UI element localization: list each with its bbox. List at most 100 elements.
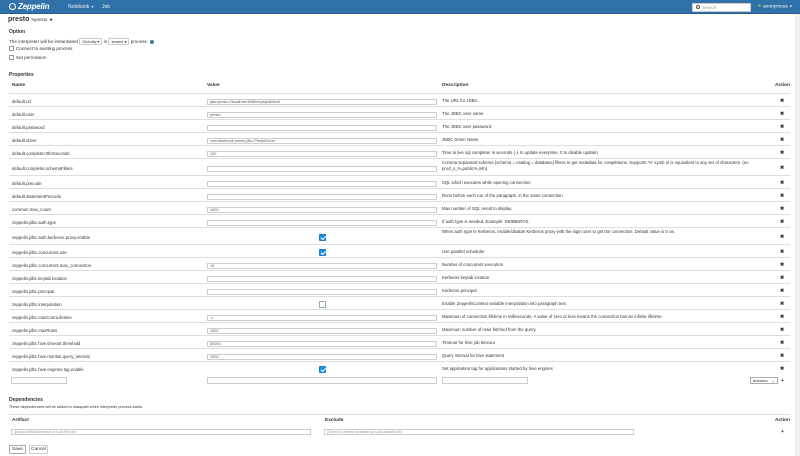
- property-value-input[interactable]: [207, 194, 437, 200]
- in-label: in: [103, 39, 108, 44]
- property-description: Max number of SQL result to display.: [442, 206, 513, 211]
- search-input[interactable]: Search: [692, 3, 751, 12]
- remove-property-icon[interactable]: ✖: [780, 340, 784, 346]
- instantiation-scope-dropdown[interactable]: shared ▾: [108, 38, 130, 45]
- property-description: Enable ZeppelinContext variable interpol…: [442, 301, 566, 306]
- property-name: zeppelin.jdbc.concurrent.max_connection: [12, 263, 92, 268]
- set-permission-option[interactable]: Set permission: [9, 55, 46, 60]
- cancel-button[interactable]: Cancel: [29, 445, 48, 454]
- save-button[interactable]: Save: [9, 445, 26, 454]
- connect-existing-option[interactable]: Connect to existing process: [9, 46, 72, 51]
- artifact-input[interactable]: groupId:artifactId:version or local file…: [11, 429, 311, 435]
- property-value-input[interactable]: [207, 276, 437, 282]
- property-value-checkbox[interactable]: [319, 301, 326, 308]
- table-row: zeppelin.jdbc.principal Kerberos principa…: [9, 283, 790, 296]
- process-label: process: [130, 39, 147, 44]
- property-value-input[interactable]: presto: [207, 112, 437, 118]
- remove-property-icon[interactable]: ✖: [780, 353, 784, 359]
- connect-existing-checkbox[interactable]: [9, 46, 14, 51]
- instantiation-mode-dropdown[interactable]: Globally ▾: [79, 38, 103, 45]
- search-icon: [696, 5, 700, 9]
- star-icon[interactable]: ★: [49, 17, 53, 22]
- property-value-input[interactable]: -1: [207, 315, 437, 321]
- remove-property-icon[interactable]: ✖: [780, 275, 784, 281]
- table-row: zeppelin.jdbc.hive.timeout.threshold 6000…: [9, 335, 790, 348]
- interpreter-name: presto: [8, 16, 30, 23]
- option-label: Option: [9, 29, 26, 35]
- user-menu[interactable]: anonymous ▼: [758, 4, 793, 10]
- remove-property-icon[interactable]: ✖: [780, 150, 784, 156]
- add-dependency-button[interactable]: +: [781, 429, 784, 435]
- property-name: common.max_count: [12, 207, 51, 212]
- property-description: When auth type is Kerberos, enable/disab…: [442, 229, 676, 234]
- new-property-value-input[interactable]: [207, 377, 437, 384]
- property-value-input[interactable]: jdbc:presto://localhost:8080/mysql/defau…: [207, 99, 437, 105]
- remove-property-icon[interactable]: ✖: [780, 234, 784, 240]
- remove-property-icon[interactable]: ✖: [780, 366, 784, 372]
- property-name: zeppelin.jdbc.principal: [12, 289, 55, 294]
- property-name: default.completer.ttlInSeconds: [12, 151, 70, 156]
- remove-property-icon[interactable]: ✖: [780, 288, 784, 294]
- table-row: default.completer.schemaFilters Comma sep…: [9, 158, 790, 175]
- properties-label: Properties: [9, 72, 34, 78]
- remove-property-icon[interactable]: ✖: [780, 111, 784, 117]
- dependencies-table: Artifact Exclude Action groupId:artifact…: [9, 414, 790, 441]
- remove-property-icon[interactable]: ✖: [780, 193, 784, 199]
- remove-property-icon[interactable]: ✖: [780, 98, 784, 104]
- remove-property-icon[interactable]: ✖: [780, 262, 784, 268]
- property-name: default.password: [12, 125, 45, 130]
- zeppelin-logo[interactable]: Zeppelin: [9, 2, 49, 11]
- remove-property-icon[interactable]: ✖: [780, 249, 784, 255]
- property-value-input[interactable]: 1000: [207, 328, 437, 334]
- property-description: Query interval for hive statement: [442, 353, 505, 358]
- property-value-input[interactable]: [207, 181, 437, 187]
- property-name: zeppelin.jdbc.concurrent.use: [12, 250, 67, 255]
- property-name: default.precode: [12, 181, 42, 186]
- property-value-input[interactable]: [207, 125, 437, 131]
- property-value-input[interactable]: com.facebook.presto.jdbc.PrestoDriver: [207, 138, 437, 144]
- remove-property-icon[interactable]: ✖: [780, 137, 784, 143]
- instantiation-mode-label: Globally: [82, 39, 97, 44]
- property-value-input[interactable]: [207, 166, 437, 172]
- property-value-input[interactable]: 60000: [207, 341, 437, 347]
- new-property-description-input[interactable]: [442, 377, 528, 384]
- property-value-checkbox[interactable]: [319, 249, 326, 256]
- chevron-down-icon: ▼: [90, 5, 95, 9]
- property-value-input[interactable]: 1000: [207, 354, 437, 360]
- exclude-input[interactable]: (Optional) comma separated groupId:artif…: [324, 429, 634, 435]
- property-value-checkbox[interactable]: [319, 234, 326, 241]
- property-value-input[interactable]: [207, 289, 437, 295]
- remove-property-icon[interactable]: ✖: [780, 219, 784, 225]
- remove-property-icon[interactable]: ✖: [780, 314, 784, 320]
- property-description: Use parallel scheduler: [442, 249, 485, 254]
- job-link[interactable]: Job: [102, 4, 110, 10]
- new-property-type-select[interactable]: textarea ⌄: [750, 377, 778, 384]
- property-name: default.statementPrecode: [12, 194, 61, 199]
- instantiation-scope-label: shared: [111, 39, 124, 44]
- chevron-down-icon: ⌄: [771, 378, 775, 383]
- remove-property-icon[interactable]: ✖: [780, 327, 784, 333]
- set-permission-label: Set permission: [16, 55, 47, 60]
- property-value-input[interactable]: [207, 220, 437, 226]
- remove-property-icon[interactable]: ✖: [780, 180, 784, 186]
- remove-property-icon[interactable]: ✖: [780, 206, 784, 212]
- remove-property-icon[interactable]: ✖: [780, 301, 784, 307]
- new-property-name-input[interactable]: [11, 377, 67, 384]
- notebook-menu[interactable]: Notebook ▼: [68, 4, 94, 10]
- column-header-action: Action: [775, 83, 790, 88]
- property-value-checkbox[interactable]: [319, 366, 326, 373]
- instantiation-line: The interpreter will be instantiated Glo…: [9, 38, 155, 45]
- remove-property-icon[interactable]: ✖: [780, 124, 784, 130]
- property-value-input[interactable]: 10: [207, 263, 437, 269]
- column-header-value: Value: [207, 83, 220, 88]
- property-value-input[interactable]: 1000: [207, 207, 437, 213]
- info-icon[interactable]: i: [150, 40, 155, 44]
- add-property-button[interactable]: +: [781, 378, 784, 384]
- property-value-input[interactable]: 120: [207, 151, 437, 157]
- property-description: Set application tag for applications sta…: [442, 366, 553, 371]
- property-name: zeppelin.jdbc.hive.timeout.threshold: [12, 341, 81, 346]
- remove-property-icon[interactable]: ✖: [780, 165, 784, 171]
- scrollbar[interactable]: [795, 14, 800, 456]
- interpreter-title: presto %presto ★: [8, 16, 53, 23]
- set-permission-checkbox[interactable]: [9, 55, 14, 60]
